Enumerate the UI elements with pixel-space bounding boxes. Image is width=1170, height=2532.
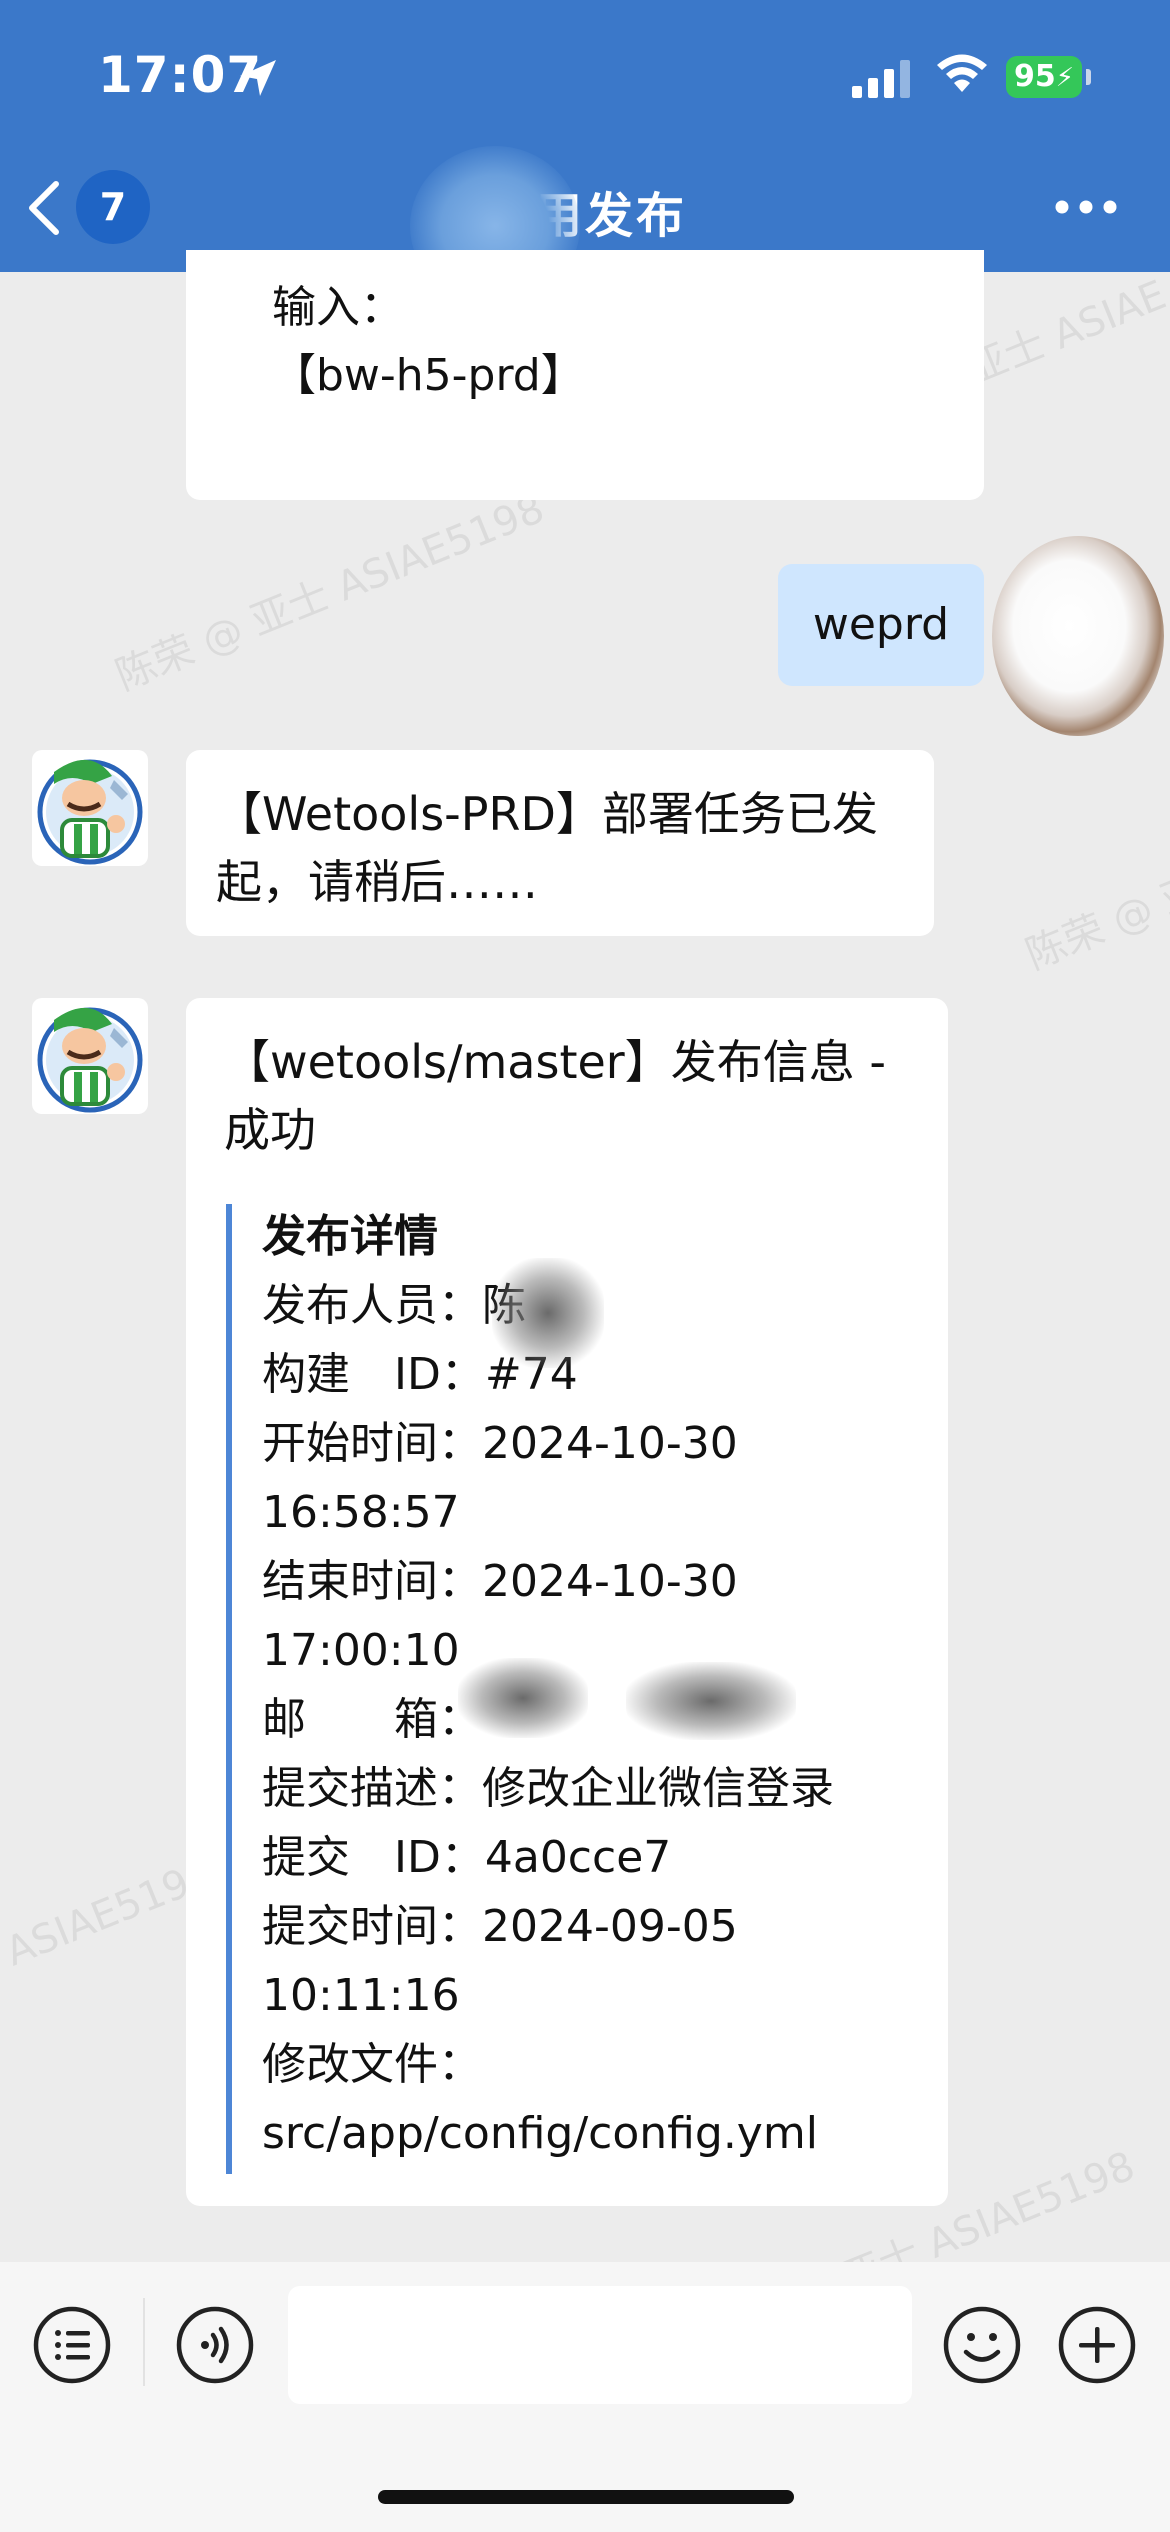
message-input[interactable] <box>288 2286 912 2404</box>
user-message-bubble[interactable]: weprd <box>778 564 984 686</box>
more-horizontal-icon[interactable] <box>1054 198 1118 216</box>
watermark: 陈荣 @ 亚 <box>1019 866 1170 979</box>
detail-line: 16:58:57 <box>262 1487 460 1538</box>
location-arrow-icon <box>240 60 276 96</box>
detail-line: 修改文件： <box>262 2039 482 2090</box>
detail-line: 开始时间：2024-10-30 <box>262 1418 738 1469</box>
previous-message-line: 【bw-h5-prd】 <box>272 350 585 401</box>
bot-message-deploy-result[interactable]: 【wetools/master】发布信息 - 成功 发布详情 发布人员：陈 构建… <box>186 998 948 2206</box>
detail-line: 提交 ID：4a0cce7 <box>262 1832 672 1883</box>
nav-header: 17:07 95⚡ 7 应用发布 <box>0 0 1170 306</box>
quote-bar <box>226 1204 232 2174</box>
redaction-blur <box>626 1662 796 1740</box>
previous-message-text: 输入： 【bw-h5-prd】 <box>272 274 585 410</box>
watermark: 亚士 ASIAE <box>960 272 1170 394</box>
cellular-signal-icon <box>852 60 910 98</box>
emoji-icon[interactable] <box>942 2305 1022 2385</box>
bot-mascot-icon <box>37 1007 143 1113</box>
previous-message-line: 输入： <box>272 282 404 333</box>
battery-level: 95 <box>1013 59 1056 94</box>
detail-line: 邮 箱： <box>262 1694 482 1745</box>
previous-bot-message: 输入： 【bw-h5-prd】 <box>186 250 984 500</box>
bot-avatar[interactable] <box>32 750 148 866</box>
details-heading: 发布详情 <box>262 1211 438 1262</box>
wifi-icon <box>937 54 987 92</box>
bot-avatar[interactable] <box>32 998 148 1114</box>
detail-line: 17:00:10 <box>262 1625 460 1676</box>
watermark: 陈荣 @ 亚士 ASIAE5198 <box>109 485 551 700</box>
redaction-blur <box>458 1658 588 1738</box>
bot-message-deploy-started[interactable]: 【Wetools-PRD】部署任务已发起，请稍后…… <box>186 750 934 936</box>
detail-line: 提交时间：2024-09-05 <box>262 1901 738 1952</box>
bot-message-title: 【wetools/master】发布信息 - 成功 <box>224 1035 886 1157</box>
detail-line: 结束时间：2024-10-30 <box>262 1556 738 1607</box>
redaction-blur <box>492 1258 604 1368</box>
plus-icon[interactable] <box>1057 2305 1137 2385</box>
battery-indicator: 95⚡ <box>1006 56 1082 98</box>
bot-mascot-icon <box>37 759 143 865</box>
bot-message-text: 【Wetools-PRD】部署任务已发起，请稍后…… <box>216 787 878 909</box>
chat-title: 应用发布 <box>482 188 687 244</box>
user-avatar[interactable] <box>992 536 1164 736</box>
battery-tip <box>1086 69 1091 85</box>
detail-line: src/app/config/config.yml <box>262 2108 818 2159</box>
detail-line: 10:11:16 <box>262 1970 460 2021</box>
voice-icon[interactable] <box>175 2305 255 2385</box>
home-indicator <box>378 2490 794 2504</box>
input-divider <box>143 2298 145 2386</box>
list-icon[interactable] <box>32 2305 112 2385</box>
detail-line: 提交描述：修改企业微信登录 <box>262 1763 834 1814</box>
